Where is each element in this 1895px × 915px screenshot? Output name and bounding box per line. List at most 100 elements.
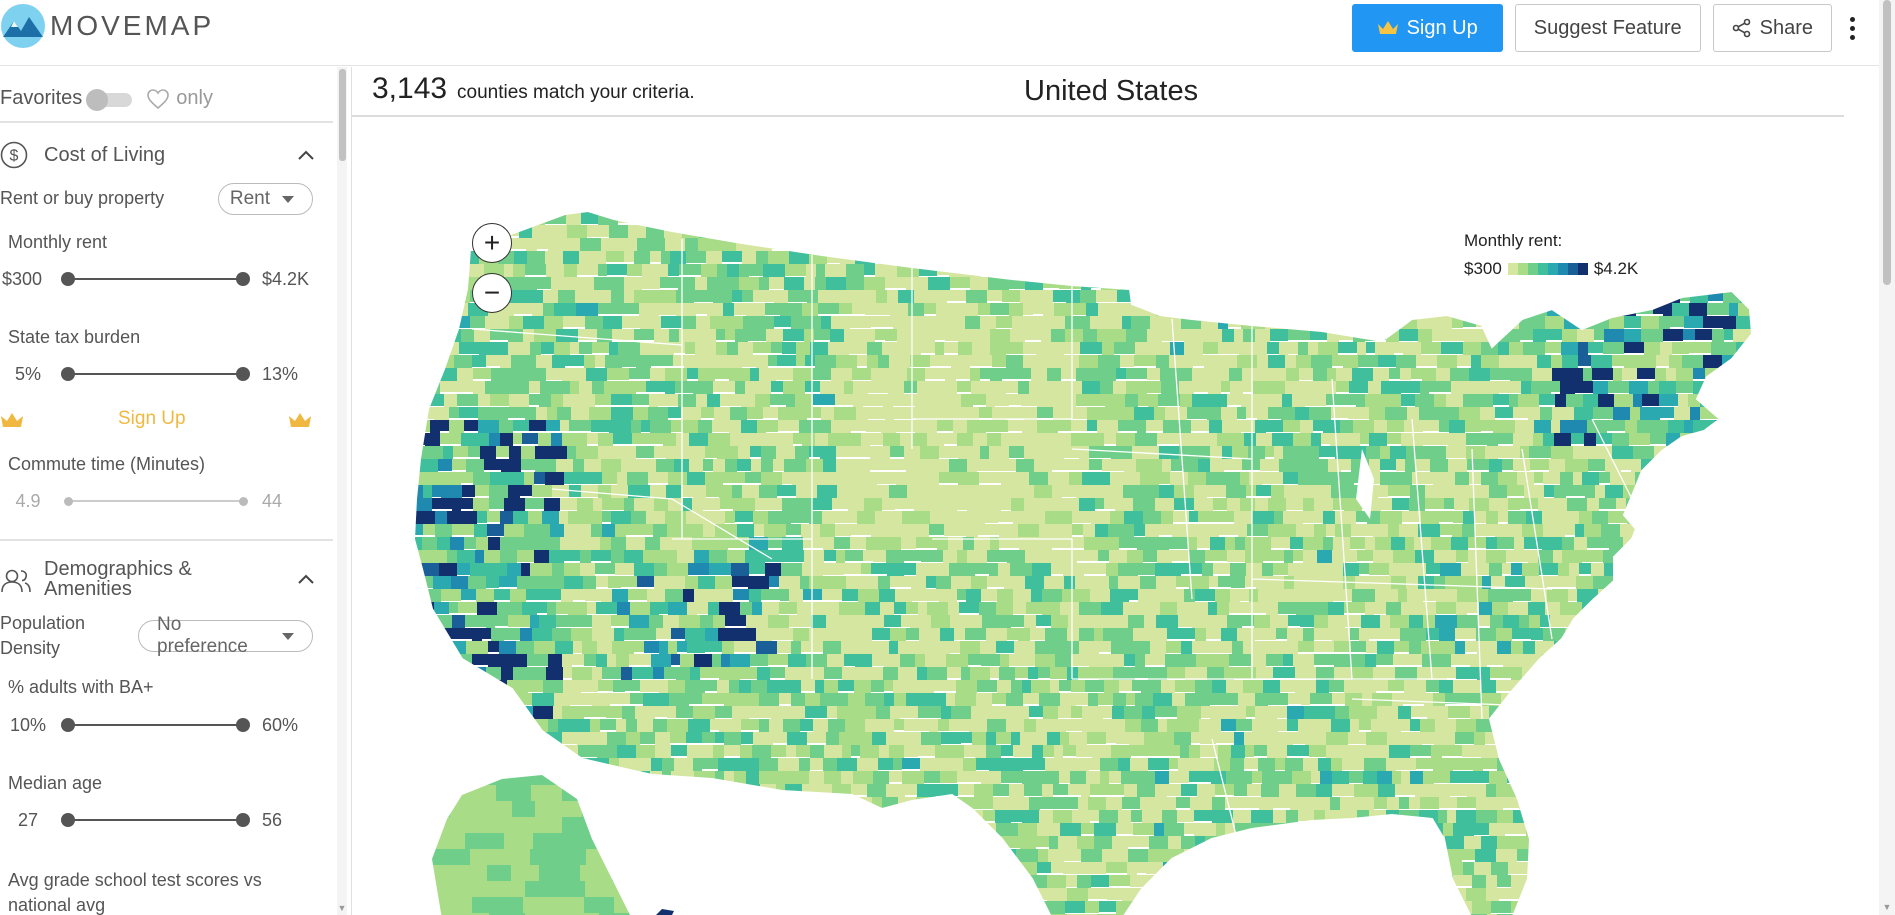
county-cell[interactable]	[1219, 524, 1238, 535]
county-cell[interactable]	[1280, 680, 1295, 692]
county-cell[interactable]	[584, 654, 596, 666]
county-cell[interactable]	[709, 550, 727, 564]
county-cell[interactable]	[475, 485, 489, 496]
county-cell[interactable]	[649, 615, 663, 628]
county-cell[interactable]	[1505, 706, 1514, 720]
county-cell[interactable]	[791, 693, 805, 708]
county-cell[interactable]	[1591, 563, 1604, 578]
county-cell[interactable]	[1304, 706, 1313, 720]
county-cell[interactable]	[1481, 836, 1497, 851]
county-cell[interactable]	[722, 251, 742, 262]
county-cell[interactable]	[1131, 277, 1151, 288]
county-cell[interactable]	[667, 784, 688, 799]
county-cell[interactable]	[1579, 563, 1591, 574]
county-cell[interactable]	[634, 251, 650, 266]
county-cell[interactable]	[1612, 446, 1633, 461]
county-cell[interactable]	[1582, 875, 1595, 886]
county-cell[interactable]	[788, 654, 806, 668]
county-cell[interactable]	[1000, 654, 1009, 668]
county-cell[interactable]	[1342, 901, 1357, 912]
county-cell[interactable]	[882, 212, 896, 227]
county-cell[interactable]	[797, 810, 816, 823]
county-cell[interactable]	[872, 654, 884, 666]
county-cell[interactable]	[1138, 394, 1148, 406]
county-cell[interactable]	[1111, 641, 1129, 656]
sidebar-scroll-thumb[interactable]	[339, 69, 346, 161]
county-cell[interactable]	[1326, 745, 1339, 758]
county-cell[interactable]	[830, 823, 839, 836]
county-cell[interactable]	[1457, 212, 1477, 225]
county-cell[interactable]	[1641, 680, 1661, 695]
county-cell[interactable]	[1260, 459, 1279, 471]
county-cell[interactable]	[1623, 589, 1640, 604]
county-cell[interactable]	[1317, 251, 1326, 262]
county-cell[interactable]	[741, 420, 757, 434]
county-cell[interactable]	[1234, 667, 1256, 679]
county-cell[interactable]	[1419, 862, 1436, 875]
county-cell[interactable]	[825, 888, 841, 902]
county-cell[interactable]	[1076, 485, 1091, 500]
suggest-feature-button[interactable]: Suggest Feature	[1514, 4, 1701, 52]
county-cell[interactable]	[1743, 875, 1757, 889]
county-cell[interactable]	[1560, 420, 1570, 434]
county-cell[interactable]	[716, 862, 728, 875]
county-cell[interactable]	[771, 745, 786, 757]
county-cell[interactable]	[946, 849, 966, 860]
county-cell[interactable]	[579, 251, 590, 266]
county-cell[interactable]	[1682, 524, 1695, 540]
county-cell[interactable]	[1618, 849, 1633, 863]
county-cell[interactable]	[759, 758, 778, 771]
county-cell[interactable]	[830, 329, 844, 343]
county-cell[interactable]	[863, 550, 873, 561]
county-cell[interactable]	[987, 576, 1004, 587]
county-cell[interactable]	[462, 745, 483, 757]
county-cell[interactable]	[659, 641, 668, 655]
county-cell[interactable]	[919, 628, 940, 643]
county-cell[interactable]	[654, 498, 668, 512]
county-cell[interactable]	[1551, 381, 1560, 392]
county-cell[interactable]	[597, 745, 617, 760]
county-cell[interactable]	[1124, 654, 1135, 666]
county-cell[interactable]	[873, 550, 886, 562]
county-cell[interactable]	[543, 290, 558, 304]
county-cell[interactable]	[1531, 758, 1551, 769]
county-cell[interactable]	[581, 771, 592, 785]
county-cell[interactable]	[1497, 212, 1508, 223]
county-cell[interactable]	[844, 433, 861, 446]
county-cell[interactable]	[412, 407, 434, 419]
county-cell[interactable]	[696, 303, 707, 314]
county-cell[interactable]	[1714, 901, 1728, 912]
county-cell[interactable]	[1184, 823, 1194, 834]
county-cell[interactable]	[1406, 212, 1428, 227]
county-cell[interactable]	[993, 212, 1015, 228]
county-cell[interactable]	[1072, 524, 1083, 535]
county-cell[interactable]	[956, 862, 970, 873]
county-cell[interactable]	[1256, 485, 1271, 496]
county-cell[interactable]	[692, 498, 703, 512]
county-cell[interactable]	[1210, 459, 1224, 474]
county-cell[interactable]	[465, 732, 484, 747]
county-cell[interactable]	[1693, 368, 1705, 379]
county-cell[interactable]	[989, 888, 1011, 901]
county-cell[interactable]	[981, 485, 995, 498]
county-cell[interactable]	[1080, 342, 1102, 354]
county-cell[interactable]	[1469, 472, 1481, 484]
county-cell[interactable]	[1229, 433, 1244, 446]
county-cell[interactable]	[1053, 290, 1066, 302]
county-cell[interactable]	[1548, 771, 1569, 784]
county-cell[interactable]	[839, 303, 852, 314]
county-cell[interactable]	[871, 316, 893, 327]
county-cell[interactable]	[862, 238, 872, 249]
county-cell[interactable]	[1451, 381, 1473, 394]
county-cell[interactable]	[587, 433, 598, 444]
county-cell[interactable]	[1626, 667, 1646, 682]
county-cell[interactable]	[1613, 407, 1630, 421]
county-cell[interactable]	[1745, 498, 1761, 513]
county-cell[interactable]	[1024, 407, 1037, 422]
county-cell[interactable]	[1713, 719, 1722, 732]
county-cell[interactable]	[562, 732, 577, 744]
county-cell[interactable]	[516, 641, 534, 656]
county-cell[interactable]	[1208, 251, 1228, 267]
logo[interactable]: MOVEMAP	[0, 3, 214, 49]
county-cell[interactable]	[1453, 511, 1463, 523]
